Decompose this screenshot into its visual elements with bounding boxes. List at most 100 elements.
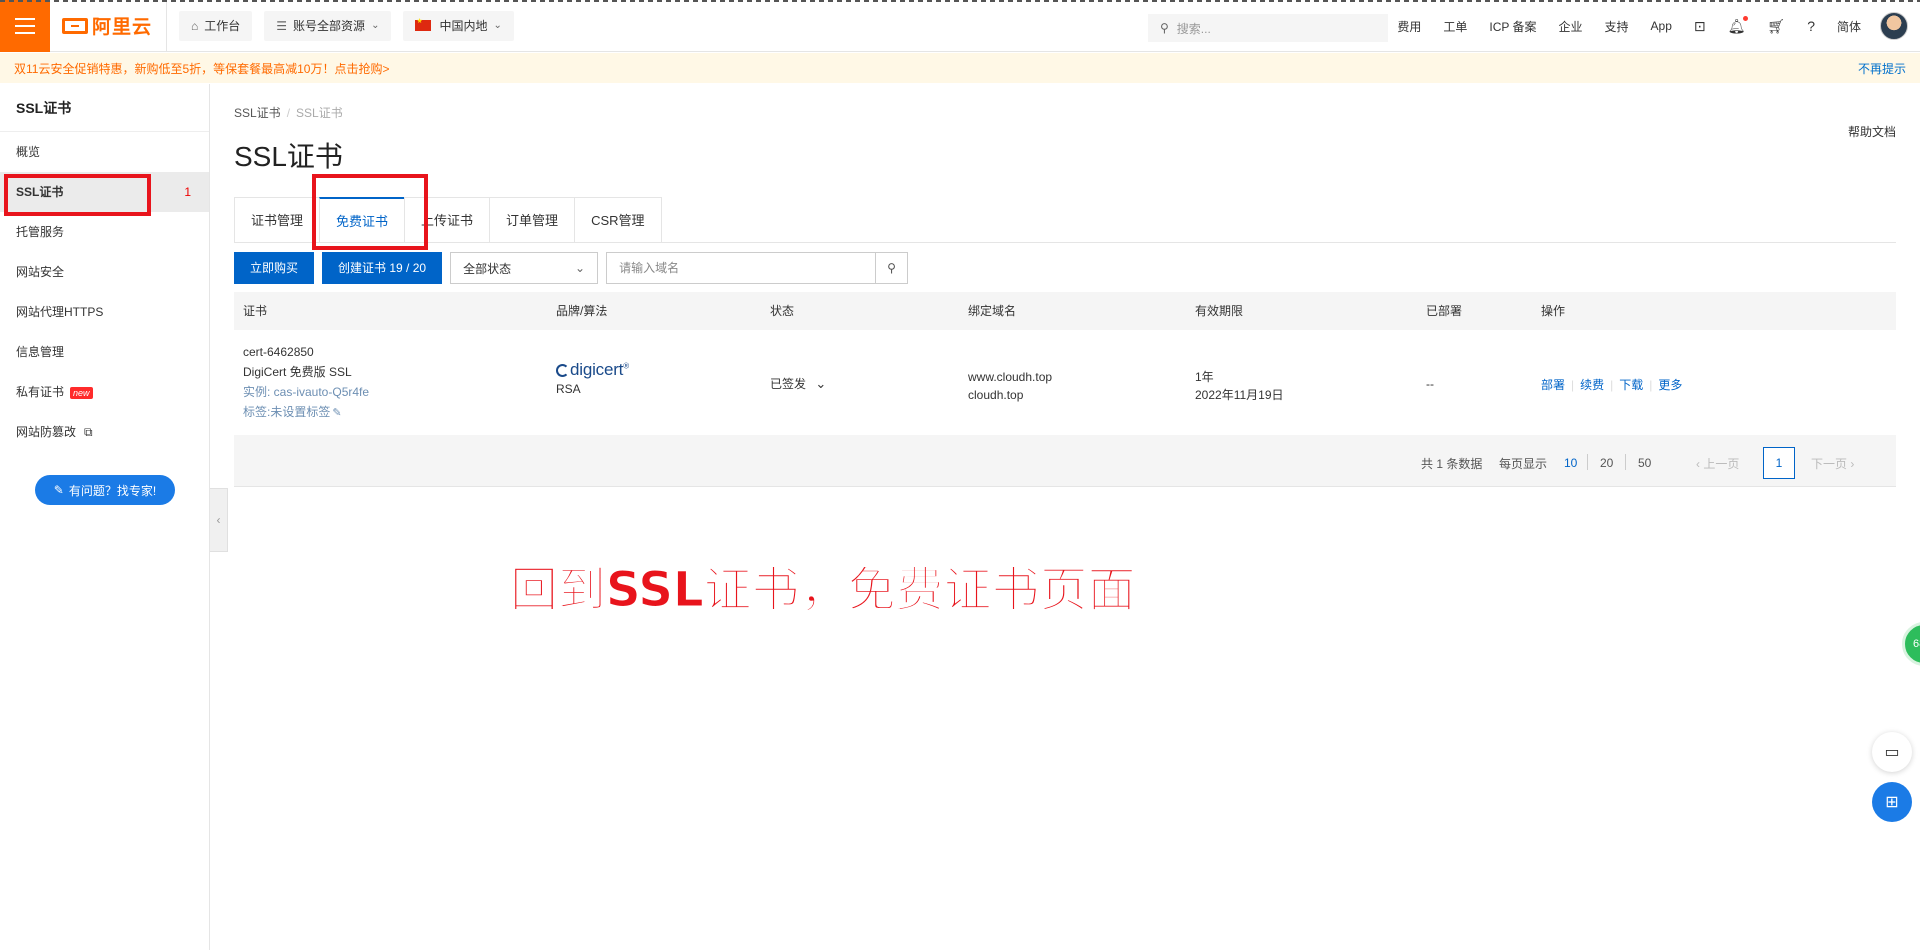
cert-name: DigiCert 免费版 SSL — [243, 365, 352, 379]
cert-tag-edit[interactable]: 标签:未设置标签 ✎ — [243, 402, 369, 423]
chevron-down-icon: ⌄ — [493, 20, 502, 31]
aliyun-logo[interactable]: 阿里云 — [62, 0, 168, 52]
per-page-10[interactable]: 10 — [1564, 456, 1577, 470]
next-page-button[interactable]: 下一页 › — [1811, 455, 1854, 472]
pagination-bar: 共 1 条数据 每页显示 10 20 50 ‹ 上一页 1 下一页 › — [234, 435, 1896, 487]
page-number-current[interactable]: 1 — [1763, 447, 1795, 479]
table-header: 证书 品牌/算法 状态 绑定域名 有效期限 已部署 操作 — [234, 292, 1896, 330]
highlight-box-sidebar — [4, 174, 151, 216]
chevron-down-icon: ⌄ — [815, 376, 827, 391]
col-header-domain: 绑定域名 — [968, 304, 1017, 318]
per-page-50[interactable]: 50 — [1638, 456, 1651, 470]
search-icon: ⚲ — [887, 261, 896, 275]
cart-icon[interactable]: 🛒︎ — [1767, 18, 1785, 35]
toolbar: 立即购买 创建证书 19 / 20 全部状态 ⌄ ⚲ — [234, 252, 909, 284]
nav-app[interactable]: App — [1651, 19, 1672, 33]
tab-csr-management[interactable]: CSR管理 — [574, 197, 662, 243]
terminal-icon[interactable]: ⊡ — [1694, 18, 1706, 35]
global-search-input[interactable]: ⚲ 搜索... — [1148, 14, 1388, 42]
external-link-icon: ⧉ — [84, 425, 93, 439]
chevron-down-icon: ⌄ — [575, 261, 586, 275]
actions-cell: 部署 | 续费 | 下载 | 更多 — [1541, 378, 1683, 392]
tab-bar: 证书管理 免费证书 上传证书 订单管理 CSR管理 — [234, 197, 662, 243]
sidebar-item-https-proxy[interactable]: 网站代理HTTPS — [0, 292, 209, 332]
col-header-cert: 证书 — [243, 304, 268, 318]
nav-fees[interactable]: 费用 — [1397, 18, 1421, 35]
renew-link[interactable]: 续费 — [1580, 378, 1604, 392]
help-doc-link[interactable]: 帮助文档 — [1848, 123, 1896, 140]
sidebar-item-private-certs[interactable]: 私有证书 new — [0, 372, 209, 412]
cert-table: 证书 品牌/算法 状态 绑定域名 有效期限 已部署 操作 cert-646285… — [234, 292, 1896, 436]
edit-icon: ✎ — [332, 407, 342, 419]
aliyun-logo-icon — [62, 17, 88, 34]
language-switch[interactable]: 简体 — [1837, 18, 1861, 35]
cert-info-cell: cert-6462850 DigiCert 免费版 SSL 实例: cas-iv… — [243, 342, 369, 423]
notification-dot — [1743, 15, 1749, 21]
sidebar-count-badge: 1 — [184, 185, 191, 199]
bell-icon[interactable]: 🔔︎ — [1728, 15, 1749, 35]
table-row: cert-6462850 DigiCert 免费版 SSL 实例: cas-iv… — [234, 330, 1896, 436]
cert-id: cert-6462850 — [243, 345, 314, 359]
help-icon[interactable]: ? — [1807, 18, 1815, 34]
tab-order-management[interactable]: 订单管理 — [489, 197, 575, 243]
domain-search: ⚲ — [606, 252, 909, 284]
cert-instance-link[interactable]: 实例: cas-ivauto-Q5r4fe — [243, 382, 369, 402]
download-link[interactable]: 下载 — [1619, 378, 1643, 392]
workbench-button[interactable]: ⌂ 工作台 — [179, 10, 253, 41]
more-link[interactable]: 更多 — [1658, 378, 1682, 392]
nav-icp[interactable]: ICP 备案 — [1489, 18, 1536, 35]
tab-cert-management[interactable]: 证书管理 — [234, 197, 320, 243]
floating-badge[interactable]: 68 — [1902, 622, 1920, 666]
deploy-link[interactable]: 部署 — [1541, 378, 1565, 392]
promo-notice-bar: 双11云安全促销特惠，新购低至5折，等保套餐最高减10万！点击抢购> 不再提示 — [0, 53, 1920, 83]
breadcrumb: SSL证书 / SSL证书 — [234, 106, 343, 120]
sidebar-item-website-security[interactable]: 网站安全 — [0, 252, 209, 292]
domain-search-input[interactable] — [607, 253, 876, 283]
status-select[interactable]: 全部状态 ⌄ — [450, 252, 599, 284]
breadcrumb-current: SSL证书 — [296, 106, 343, 120]
resources-dropdown[interactable]: ☰ 账号全部资源 ⌄ — [264, 10, 392, 41]
create-cert-button[interactable]: 创建证书 19 / 20 — [322, 252, 443, 284]
per-page-20[interactable]: 20 — [1600, 456, 1613, 470]
nav-tickets[interactable]: 工单 — [1443, 18, 1467, 35]
sidebar-item-tamper-protection[interactable]: 网站防篡改 ⧉ — [0, 412, 209, 452]
dismiss-notice-link[interactable]: 不再提示 — [1858, 60, 1906, 77]
promo-notice-link[interactable]: 双11云安全促销特惠，新购低至5折，等保套餐最高减10万！点击抢购> — [14, 60, 390, 77]
region-dropdown[interactable]: 中国内地 ⌄ — [403, 10, 514, 41]
total-count: 共 1 条数据 — [1421, 457, 1483, 471]
nav-support[interactable]: 支持 — [1605, 18, 1629, 35]
bound-domain: cloudh.top — [968, 388, 1024, 402]
validity-period: 1年 — [1195, 370, 1214, 384]
sidebar-item-info-management[interactable]: 信息管理 — [0, 332, 209, 372]
per-page-label: 每页显示 — [1499, 457, 1548, 471]
bound-domain: www.cloudh.top — [968, 370, 1053, 384]
top-bar: 阿里云 ⌂ 工作台 ☰ 账号全部资源 ⌄ 中国内地 ⌄ ⚲ 搜索... 费用 工… — [0, 0, 1920, 52]
sidebar-item-managed-service[interactable]: 托管服务 — [0, 212, 209, 252]
cert-algorithm: RSA — [556, 382, 581, 396]
brand-cell: digicert® RSA — [556, 360, 629, 396]
prev-page-button[interactable]: ‹ 上一页 — [1696, 455, 1739, 472]
chat-icon[interactable]: ▭ — [1872, 732, 1912, 772]
chevron-right-icon: › — [1847, 457, 1855, 471]
status-dropdown[interactable]: 已签发 ⌄ — [770, 375, 826, 392]
china-flag-icon — [415, 17, 432, 31]
sidebar-item-overview[interactable]: 概览 — [0, 132, 209, 172]
expire-date: 2022年11月19日 — [1195, 388, 1284, 402]
new-tag: new — [70, 386, 93, 399]
col-header-brand: 品牌/算法 — [556, 304, 608, 318]
sidebar-collapse-handle[interactable]: ‹ — [210, 488, 228, 552]
breadcrumb-item[interactable]: SSL证书 — [234, 106, 281, 120]
digicert-logo: digicert® — [556, 360, 629, 380]
expert-help-button[interactable]: ✎ 有问题？找专家! — [35, 475, 175, 505]
user-avatar[interactable] — [1880, 12, 1908, 40]
deployed-value: -- — [1426, 377, 1434, 391]
chevron-left-icon: ‹ — [216, 513, 221, 527]
validity-cell: 1年 2022年11月19日 — [1195, 368, 1284, 404]
home-icon: ⌂ — [191, 18, 199, 33]
nav-enterprise[interactable]: 企业 — [1559, 18, 1583, 35]
apps-grid-icon[interactable]: ⊞ — [1872, 782, 1912, 822]
search-button[interactable]: ⚲ — [875, 253, 907, 283]
buy-now-button[interactable]: 立即购买 — [234, 252, 315, 284]
chat-bubble-icon: ✎ — [53, 483, 64, 497]
menu-icon[interactable] — [0, 0, 50, 52]
